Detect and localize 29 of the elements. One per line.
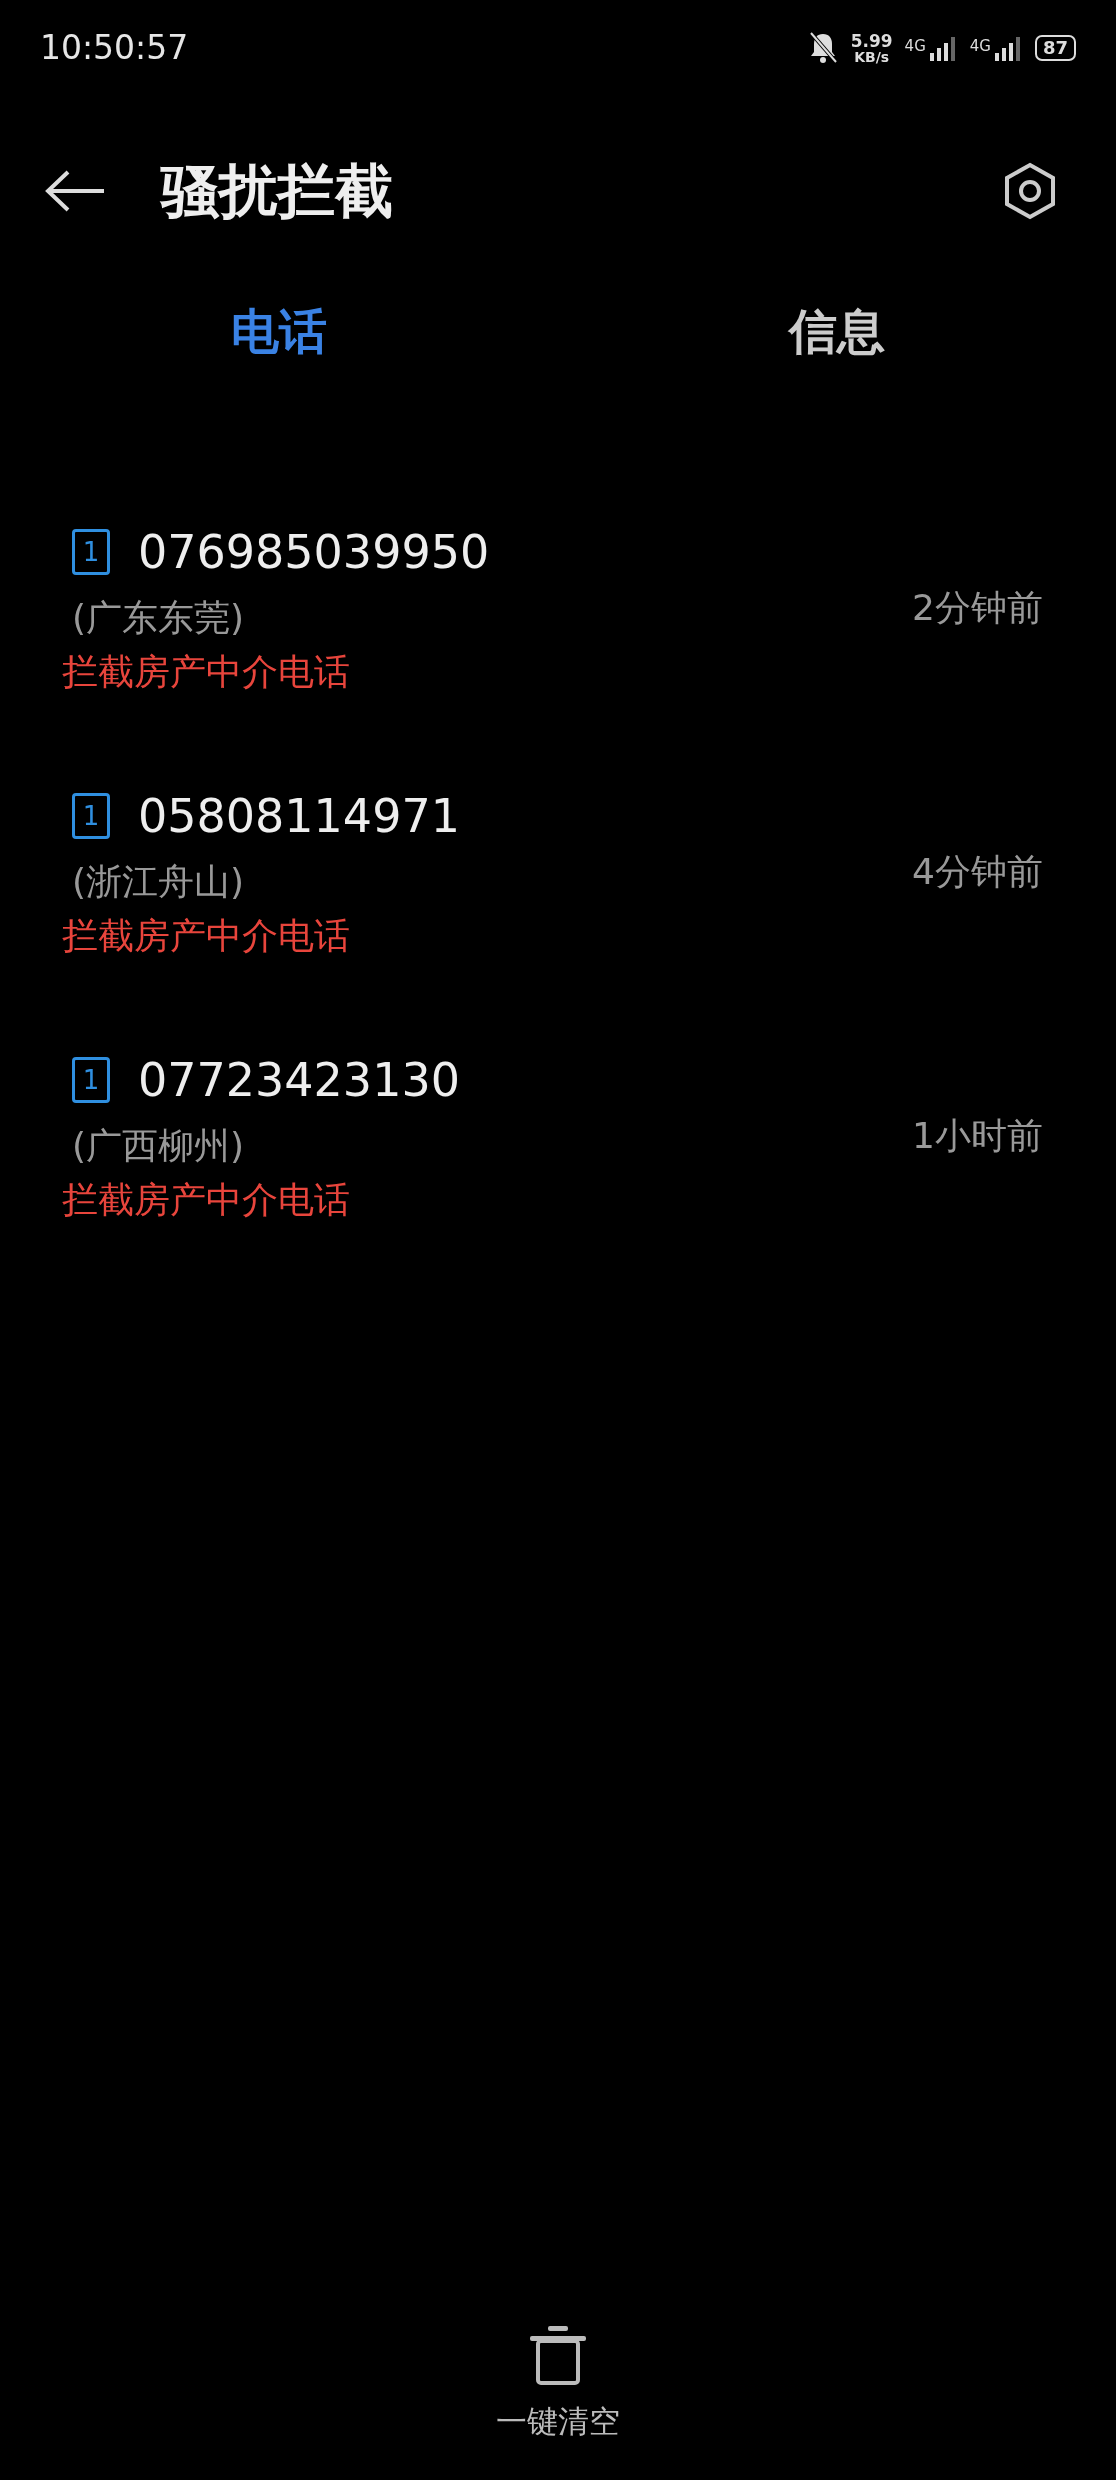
speed-value: 5.99 xyxy=(850,32,893,50)
trash-icon xyxy=(528,2323,588,2386)
status-time: 10:50:57 xyxy=(40,27,189,70)
block-reason: 拦截房产中介电话 xyxy=(62,913,351,958)
network-type: 4G xyxy=(904,36,926,57)
network-type: 4G xyxy=(969,36,991,57)
clear-all-button[interactable]: 一键清空 xyxy=(496,2323,620,2444)
back-icon[interactable] xyxy=(44,169,106,213)
call-time: 2分钟前 xyxy=(912,586,1043,630)
block-reason: 拦截房产中介电话 xyxy=(62,649,351,694)
speed-unit: KB/s xyxy=(854,49,890,64)
phone-number: 05808114971 xyxy=(138,787,460,845)
page-title: 骚扰拦截 xyxy=(161,155,393,227)
signal-icon xyxy=(927,35,958,61)
call-location: (浙江舟山) xyxy=(72,859,246,904)
phone-number: 076985039950 xyxy=(138,523,490,581)
tab[interactable]: 电话 xyxy=(231,295,327,367)
sim-card-icon: 1 xyxy=(72,793,110,839)
sim-card-icon: 1 xyxy=(72,1057,110,1103)
tab[interactable]: 信息 xyxy=(789,295,885,367)
call-time: 4分钟前 xyxy=(912,850,1043,894)
block-reason: 拦截房产中介电话 xyxy=(62,1177,351,1222)
call-time: 1小时前 xyxy=(912,1114,1043,1158)
battery-indicator: 87 xyxy=(1034,35,1076,61)
phone-number: 07723423130 xyxy=(138,1051,460,1109)
call-location: (广西柳州) xyxy=(72,1123,246,1168)
signal-icon xyxy=(992,35,1023,61)
sim-card-icon: 1 xyxy=(72,529,110,575)
call-location: (广东东莞) xyxy=(72,595,246,640)
